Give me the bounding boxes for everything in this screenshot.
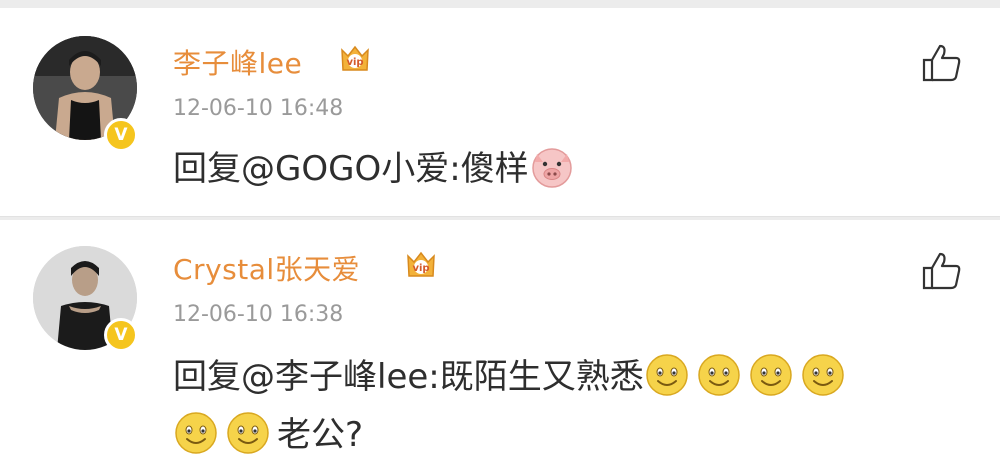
comment-text: 回复@李子峰lee:既陌生又熟悉老公? <box>173 348 973 464</box>
like-thumb-icon[interactable] <box>920 248 964 292</box>
mention-link[interactable]: @GOGO小爱 <box>241 149 449 189</box>
vip-crown-icon: vip <box>407 251 435 277</box>
mention-link[interactable]: @李子峰lee <box>241 357 428 397</box>
vip-crown-icon: vip <box>341 45 369 71</box>
svg-text:vip: vip <box>346 57 363 68</box>
comment-body: 傻样 <box>460 149 529 189</box>
comment-body-tail: 老公? <box>277 415 364 455</box>
comment-item: V Crystal张天爱 vip 12-06-10 16:38 回复@李子峰le… <box>0 220 1000 472</box>
comment-body: 既陌生又熟悉 <box>439 357 644 397</box>
smile-emoticon <box>696 352 742 398</box>
timestamp: 12-06-10 16:48 <box>173 96 344 121</box>
like-thumb-icon[interactable] <box>920 40 964 84</box>
svg-text:vip: vip <box>412 263 429 274</box>
verified-badge-icon: V <box>104 318 138 352</box>
comment-item: V 李子峰lee vip 12-06-10 16:48 回复@GOGO小爱:傻样 <box>0 8 1000 217</box>
timestamp: 12-06-10 16:38 <box>173 302 344 327</box>
reply-prefix: 回复 <box>173 357 241 397</box>
smile-emoticon <box>644 352 690 398</box>
comment-text: 回复@GOGO小爱:傻样 <box>173 140 973 198</box>
separator: : <box>428 357 440 397</box>
smile-emoticon <box>225 410 271 456</box>
smile-emoticon <box>173 410 219 456</box>
username[interactable]: Crystal张天爱 <box>173 248 360 288</box>
reply-prefix: 回复 <box>173 149 241 189</box>
separator: : <box>449 149 461 189</box>
smile-emoticon <box>800 352 846 398</box>
username[interactable]: 李子峰lee <box>173 42 302 82</box>
pig-emoticon <box>529 144 575 190</box>
smile-emoticon <box>748 352 794 398</box>
verified-badge-icon: V <box>104 118 138 152</box>
